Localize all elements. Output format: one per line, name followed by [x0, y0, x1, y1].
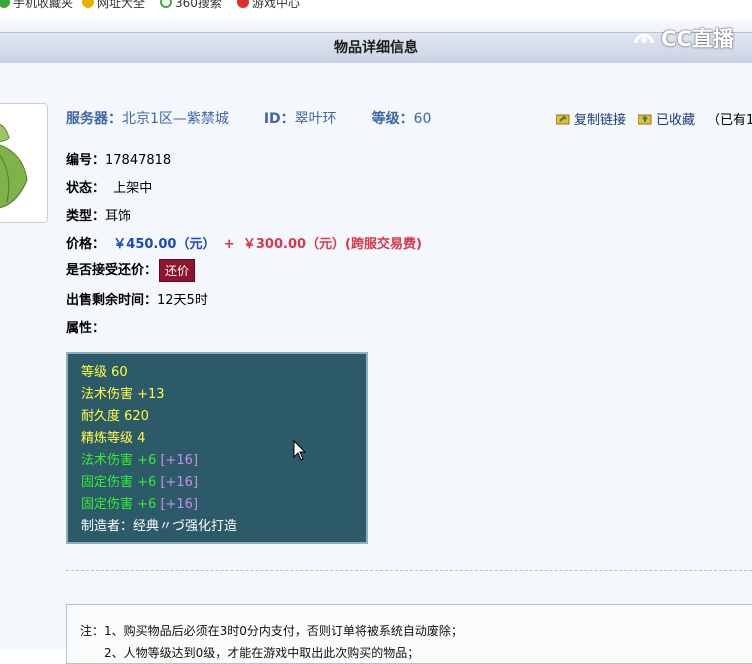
item-actions: 复制链接 已收藏 （已有1人 [555, 109, 752, 128]
attr-fixed-damage-2: 固定伤害 +6 [+16] [81, 494, 353, 516]
phone-favorites-icon [0, 0, 10, 8]
attr-magic-damage: 法术伤害 +13 [81, 387, 165, 402]
fav-phone-favorites[interactable]: 手机收藏夹 [0, 0, 73, 11]
type-label: 类型： [66, 209, 106, 224]
level-value: 60 [413, 111, 432, 127]
attr-magic-bonus: 法术伤害 +6 [+16] [81, 450, 353, 472]
counter-offer-button[interactable]: 还价 [159, 259, 196, 282]
attr-fixed-damage-1-value: 固定伤害 +6 [81, 475, 157, 490]
notes-box: 注：1、购买物品后必须在3时0分内支付，否则订单将被系统自动废除； 2、人物等级… [66, 604, 752, 664]
number-value: 17847818 [105, 153, 172, 168]
cross-server-fee: ￥300.00（元）(跨服交易费) [242, 237, 422, 252]
collected-icon [637, 113, 652, 125]
remaining-time-row: 出售剩余时间：12天5时 [66, 289, 208, 308]
server-label: 服务器： [66, 111, 122, 127]
mouse-cursor-icon [293, 439, 307, 466]
attr-level: 等级 60 [81, 365, 128, 380]
status-label: 状态： [66, 181, 106, 196]
copy-link-button[interactable]: 复制链接 [574, 109, 626, 128]
attributes-label: 属性： [66, 321, 106, 336]
item-detail-panel: 服务器：北京1区—紫禁城 ID：翠叶环 等级：60 复制链接 已收藏 （已有1人… [0, 63, 752, 664]
divider [66, 570, 752, 571]
fav-label: 手机收藏夹 [13, 0, 74, 10]
360-search-icon [160, 0, 172, 8]
level-label: 等级： [371, 111, 414, 127]
fav-web-directory[interactable]: 网址大全 [82, 0, 145, 11]
price-plus: + [223, 237, 235, 252]
price-row: 价格： ￥450.00（元） + ￥300.00（元）(跨服交易费) [66, 233, 422, 252]
collected-count: （已有1人 [707, 113, 752, 128]
cc-logo-icon [634, 33, 654, 44]
number-label: 编号： [66, 153, 106, 168]
attr-maker: 制造者：经典〃づ强化打造 [81, 519, 238, 534]
status-value: 上架中 [113, 181, 153, 196]
server-info-row: 服务器：北京1区—紫禁城 ID：翠叶环 等级：60 [66, 108, 431, 128]
price-label: 价格： [66, 237, 106, 252]
remaining-time-value: 12天5时 [157, 293, 208, 308]
fav-label: 游戏中心 [252, 0, 301, 10]
id-value: 翠叶环 [294, 111, 337, 127]
note-line-1: 注：1、购买物品后必须在3时0分内支付，否则订单将被系统自动废除； [80, 624, 463, 638]
attr-fixed-damage-2-extra: [+16] [160, 497, 199, 512]
attr-fixed-damage-1: 固定伤害 +6 [+16] [81, 472, 353, 494]
fav-label: 360搜索 [175, 0, 222, 10]
server-value: 北京1区—紫禁城 [122, 111, 229, 127]
counter-offer-row: 是否接受还价： 还价 [66, 259, 196, 282]
counter-offer-label: 是否接受还价： [66, 263, 158, 278]
attr-fixed-damage-2-value: 固定伤害 +6 [81, 497, 157, 512]
item-thumbnail [0, 103, 48, 223]
type-row: 类型：耳饰 [66, 205, 131, 224]
attr-durability: 耐久度 620 [81, 409, 149, 424]
attr-refine-level: 精炼等级 4 [81, 431, 146, 446]
remaining-time-label: 出售剩余时间： [66, 293, 158, 308]
attr-magic-bonus-extra: [+16] [160, 453, 199, 468]
price-value: ￥450.00（元） [113, 237, 216, 252]
attr-fixed-damage-1-extra: [+16] [160, 475, 199, 490]
leaf-icon [0, 124, 28, 209]
status-row: 状态： 上架中 [66, 177, 152, 196]
fav-360-search[interactable]: 360搜索 [160, 0, 222, 11]
fav-game-center[interactable]: 游戏中心 [237, 0, 300, 11]
watermark-text: CC直播 [661, 27, 734, 51]
copy-link-icon [555, 113, 570, 125]
attr-magic-bonus-value: 法术伤害 +6 [81, 453, 157, 468]
game-center-icon [237, 0, 249, 8]
number-row: 编号：17847818 [66, 149, 171, 168]
fav-label: 网址大全 [97, 0, 146, 10]
type-value: 耳饰 [105, 209, 132, 224]
id-label: ID： [263, 111, 295, 127]
attributes-box: 等级 60 法术伤害 +13 耐久度 620 精炼等级 4 法术伤害 +6 [+… [66, 352, 368, 544]
favorites-bar: 手机收藏夹 网址大全 360搜索 游戏中心 [0, 0, 752, 21]
note-line-2: 2、人物等级达到0级，才能在游戏中取出此次购买的物品； [80, 646, 420, 660]
web-directory-icon [82, 0, 94, 8]
collected-button[interactable]: 已收藏 [656, 109, 695, 128]
attributes-row: 属性： [66, 317, 105, 336]
cc-live-watermark: CC直播 [632, 22, 734, 54]
